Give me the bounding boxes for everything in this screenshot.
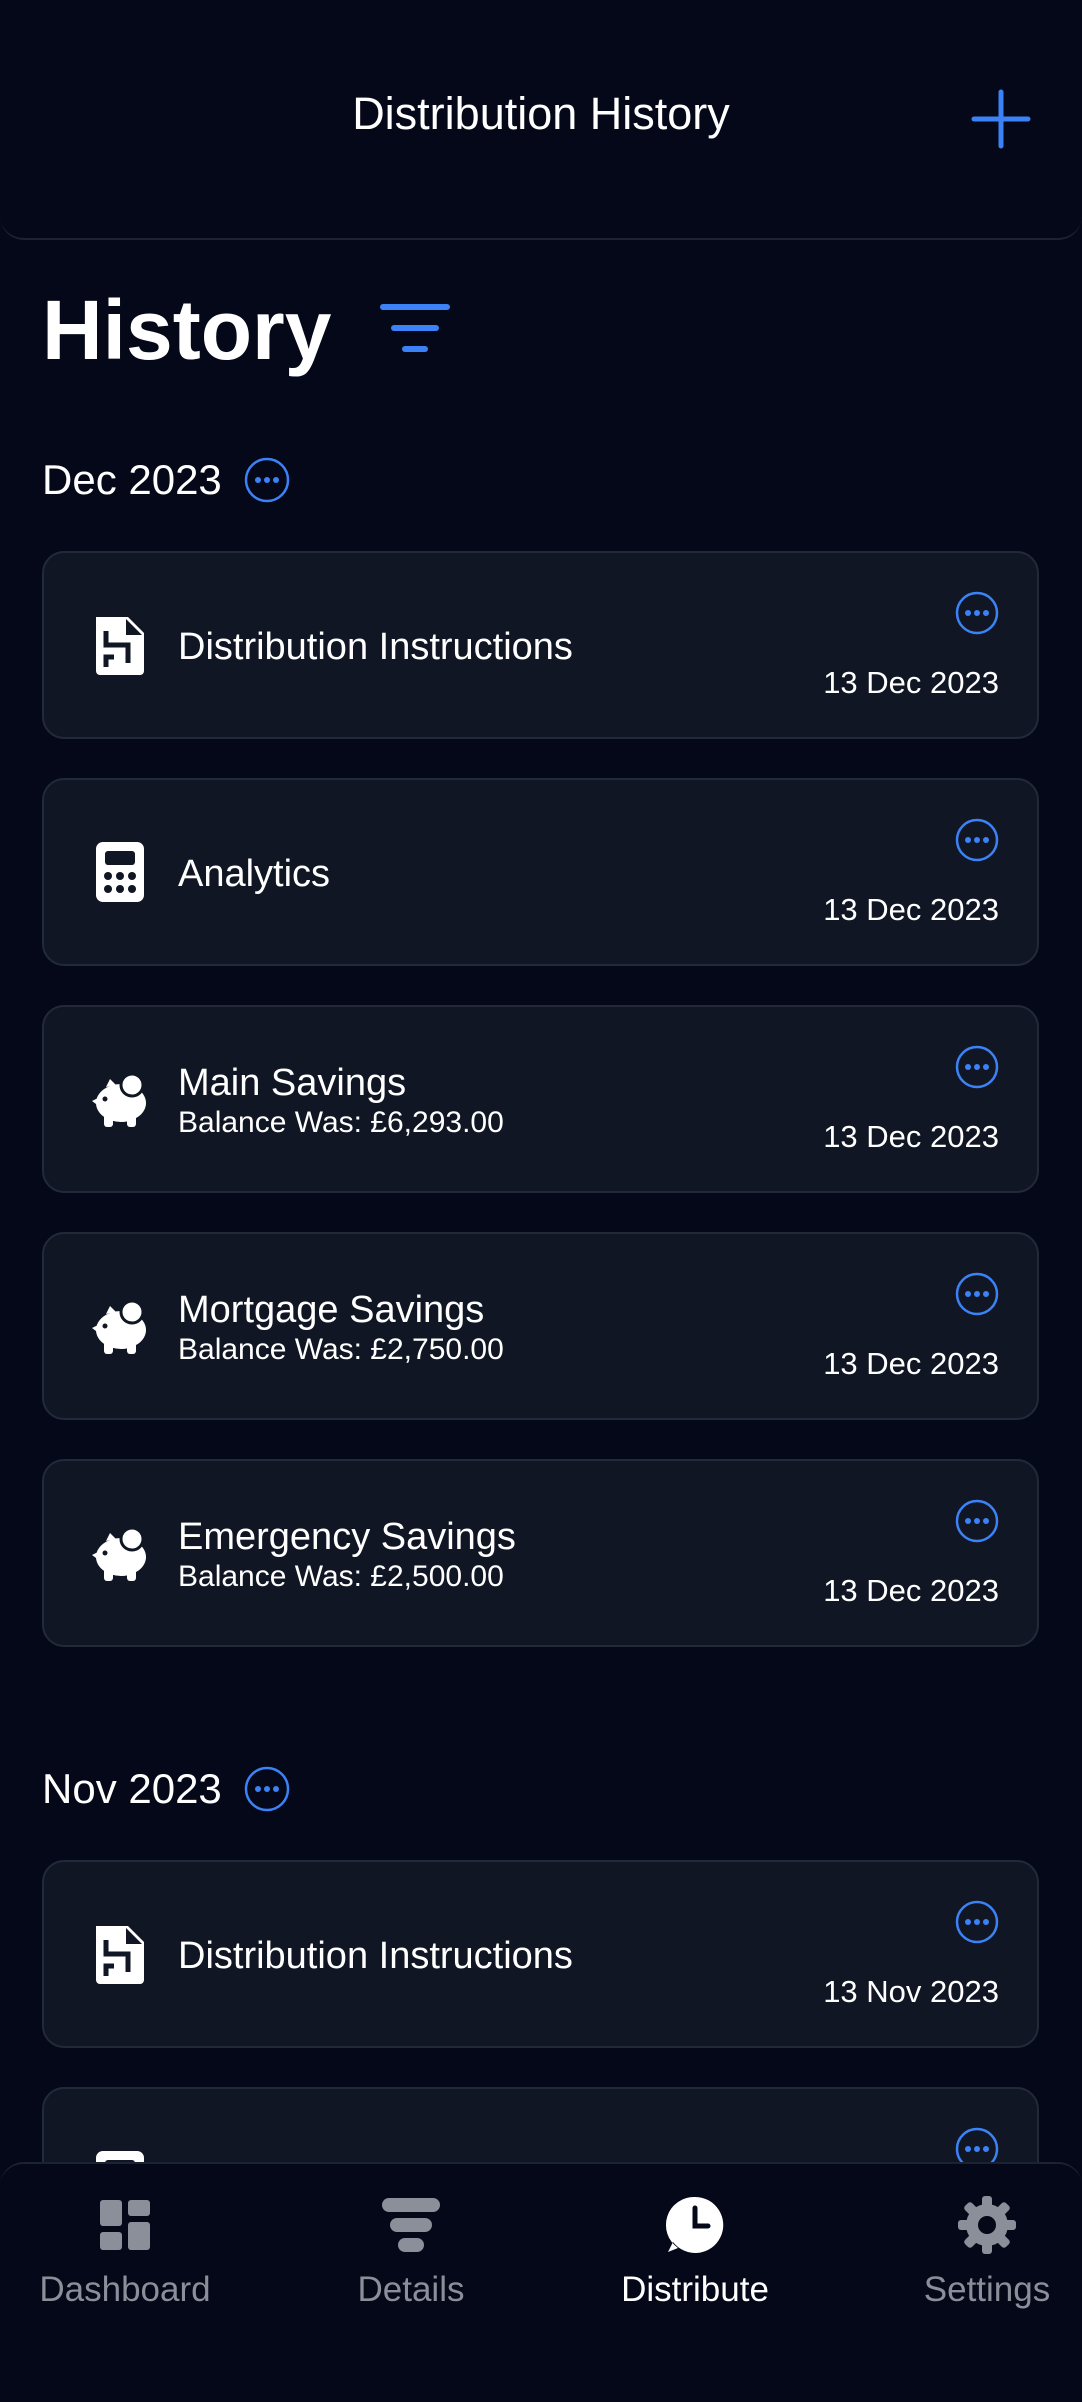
card-title: Mortgage Savings (178, 1289, 485, 1331)
top-app-bar: Distribution History (0, 0, 1082, 240)
card-title: Distribution Instructions (178, 1935, 573, 1977)
more-options-icon[interactable] (955, 1272, 999, 1316)
history-card[interactable]: Distribution Instructions 13 Dec 2023 (42, 551, 1039, 739)
card-title: Main Savings (178, 1062, 407, 1104)
nav-item-details[interactable]: Details (286, 2194, 536, 2310)
nav-item-settings[interactable]: Settings (862, 2194, 1082, 2310)
clock-icon (665, 2196, 724, 2253)
document-icon (96, 1926, 144, 1984)
card-title: Distribution Instructions (178, 626, 573, 668)
document-icon (96, 617, 144, 675)
more-options-icon[interactable] (955, 1499, 999, 1543)
history-card[interactable]: Emergency Savings Balance Was: £2,500.00… (42, 1459, 1039, 1647)
filter-icon[interactable] (380, 302, 450, 354)
month-header: Nov 2023 (42, 1765, 290, 1813)
nav-label: Settings (923, 2270, 1051, 2309)
plus-icon[interactable] (970, 88, 1032, 150)
gear-icon (958, 2196, 1016, 2254)
card-title: Emergency Savings (178, 1516, 516, 1558)
piggy-bank-icon (92, 1299, 146, 1354)
nav-label: Distribute (621, 2270, 769, 2309)
card-date: 13 Dec 2023 (823, 665, 999, 700)
card-date: 13 Dec 2023 (823, 1573, 999, 1608)
calculator-icon (96, 842, 144, 902)
card-balance: Balance Was: £2,750.00 (178, 1333, 504, 1366)
nav-item-distribute[interactable]: Distribute (570, 2194, 820, 2310)
month-label: Nov 2023 (42, 1765, 222, 1812)
card-balance: Balance Was: £2,500.00 (178, 1560, 504, 1593)
more-options-icon[interactable] (955, 818, 999, 862)
history-card[interactable]: Mortgage Savings Balance Was: £2,750.00 … (42, 1232, 1039, 1420)
card-title: Analytics (178, 853, 331, 895)
month-label: Dec 2023 (42, 456, 222, 503)
card-date: 13 Dec 2023 (823, 1119, 999, 1154)
piggy-bank-icon (92, 1072, 146, 1127)
month-header: Dec 2023 (42, 456, 290, 504)
details-icon (382, 2198, 440, 2252)
more-options-icon[interactable] (955, 1900, 999, 1944)
card-balance: Balance Was: £6,293.00 (178, 1106, 504, 1139)
bottom-navigation: Dashboard Details Distribute Settings (0, 2162, 1082, 2402)
card-date: 13 Nov 2023 (823, 1974, 999, 2009)
more-options-icon[interactable] (955, 591, 999, 635)
more-options-icon[interactable] (244, 457, 290, 503)
history-card[interactable]: Analytics 13 Dec 2023 (42, 778, 1039, 966)
more-options-icon[interactable] (244, 1766, 290, 1812)
history-card[interactable]: Main Savings Balance Was: £6,293.00 13 D… (42, 1005, 1039, 1193)
piggy-bank-icon (92, 1526, 146, 1581)
card-date: 13 Dec 2023 (823, 892, 999, 927)
history-card[interactable]: Distribution Instructions 13 Nov 2023 (42, 1860, 1039, 2048)
nav-label: Dashboard (39, 2270, 211, 2309)
page-title: History (42, 283, 332, 377)
nav-item-dashboard[interactable]: Dashboard (0, 2194, 250, 2310)
more-options-icon[interactable] (955, 1045, 999, 1089)
card-date: 13 Dec 2023 (823, 1346, 999, 1381)
dashboard-icon (100, 2200, 150, 2250)
screen-title: Distribution History (352, 88, 730, 139)
nav-label: Details (357, 2270, 465, 2309)
